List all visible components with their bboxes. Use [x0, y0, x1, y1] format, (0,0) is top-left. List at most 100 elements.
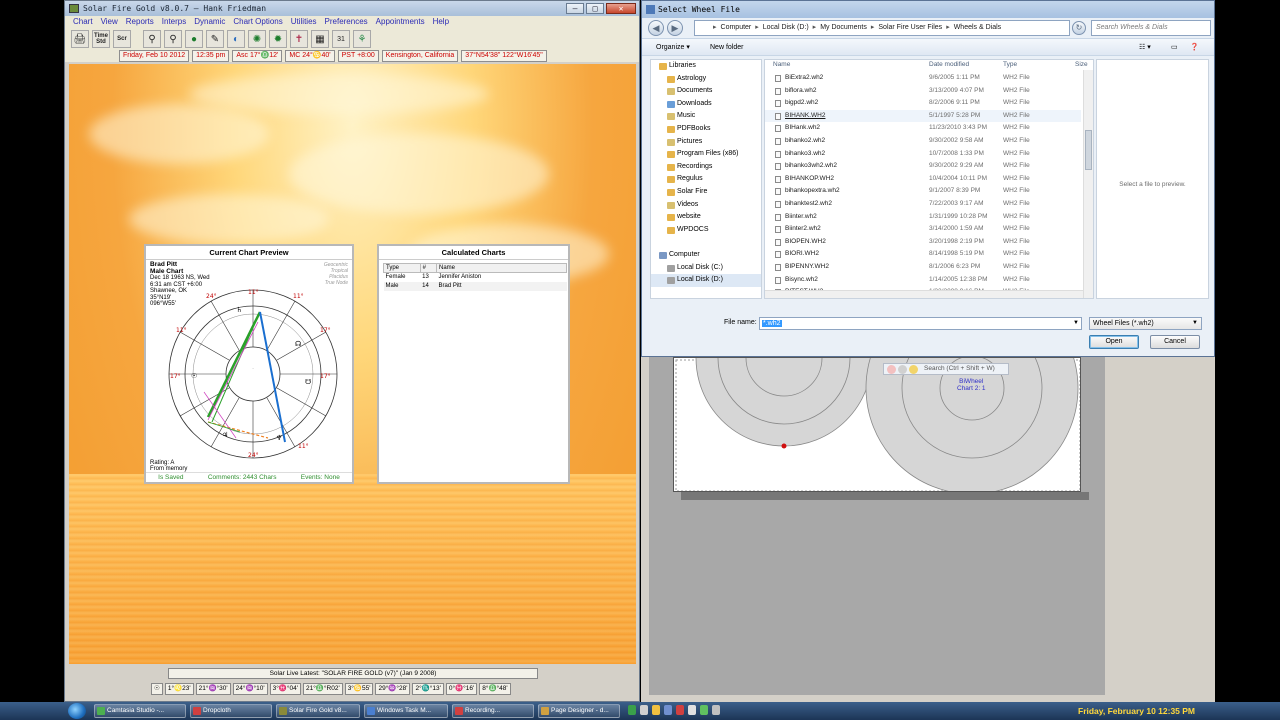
open-button[interactable]: Open	[1089, 335, 1139, 349]
tree-item[interactable]: Regulus	[651, 173, 761, 186]
file-row[interactable]: BIHank.wh2 11/23/2010 3:43 PM WH2 File	[765, 122, 1081, 135]
breadcrumb-item[interactable]: Computer	[721, 21, 752, 35]
breadcrumb-separator-icon[interactable]: ▸	[871, 21, 875, 35]
breadcrumb-separator-icon[interactable]: ▸	[713, 21, 717, 35]
taskbar-button[interactable]: Camtasia Studio -...	[94, 704, 186, 718]
help-icon[interactable]: ❓	[1190, 39, 1199, 56]
tree-item[interactable]: Pictures	[651, 136, 761, 149]
file-row[interactable]: bihankopextra.wh2 9/1/2007 8:39 PM WH2 Fil…	[765, 185, 1081, 198]
tree-item[interactable]: Recordings	[651, 161, 761, 174]
tray-icon[interactable]	[664, 705, 672, 715]
globe-icon[interactable]: ●	[185, 30, 203, 48]
planet-icon[interactable]: ◐	[227, 30, 245, 48]
tray-icon[interactable]	[652, 705, 660, 715]
file-row[interactable]: bihanko2.wh2 9/30/2002 9:58 AM WH2 File	[765, 135, 1081, 148]
file-row[interactable]: BIORI.WH2 8/14/1998 5:19 PM WH2 File	[765, 248, 1081, 261]
tree-item[interactable]: Solar Fire	[651, 186, 761, 199]
file-row[interactable]: Biinter2.wh2 3/14/2000 1:59 AM WH2 File	[765, 223, 1081, 236]
taskbar-button[interactable]: Windows Task M...	[364, 704, 448, 718]
star-icon[interactable]	[909, 365, 918, 374]
tray-icon[interactable]	[676, 705, 684, 715]
table-row[interactable]: Female 13 Jennifer Aniston	[384, 273, 567, 282]
calendar-icon[interactable]: 31	[332, 30, 350, 48]
search-input[interactable]: Search Wheels & Dials	[1091, 20, 1211, 36]
current-chart-preview[interactable]: Current Chart Preview Brad Pitt Male Cha…	[144, 244, 354, 484]
taskbar-button[interactable]: Solar Fire Gold v8...	[276, 704, 360, 718]
menu-item[interactable]: Appointments	[376, 16, 425, 28]
breadcrumb-separator-icon[interactable]: ▸	[813, 21, 817, 35]
minimize-button[interactable]: –	[566, 3, 584, 14]
table-row[interactable]: Male 14 Brad Pitt	[383, 281, 567, 291]
gear-icon[interactable]	[898, 365, 907, 374]
col-header-date[interactable]: Date modified	[929, 60, 969, 70]
breadcrumb-item[interactable]: Wheels & Dials	[954, 21, 1001, 35]
file-row[interactable]: BIPENNY.WH2 8/1/2006 6:23 PM WH2 File	[765, 261, 1081, 274]
maximize-button[interactable]: □	[586, 3, 604, 14]
tools-icon[interactable]: ✎	[206, 30, 224, 48]
tree-item[interactable]: PDFBooks	[651, 123, 761, 136]
menu-item[interactable]: Preferences	[325, 16, 368, 28]
file-row[interactable]: Biinter.wh2 1/31/1999 10:28 PM WH2 File	[765, 211, 1081, 224]
file-row[interactable]: bihanktest2.wh2 7/22/2003 9:17 AM WH2 File	[765, 198, 1081, 211]
tree-item[interactable]: WPDOCS	[651, 224, 761, 237]
tree-item[interactable]: Astrology	[651, 73, 761, 86]
aspect-icon[interactable]: ✝	[290, 30, 308, 48]
breadcrumb-separator-icon[interactable]: ▸	[946, 21, 950, 35]
tree-item[interactable]: Computer	[651, 249, 761, 262]
breadcrumb-separator-icon[interactable]: ▸	[755, 21, 759, 35]
taskbar-button[interactable]: Dropcloth	[190, 704, 272, 718]
col-header-type[interactable]: Type	[1003, 60, 1017, 70]
tray-icon[interactable]	[640, 705, 648, 715]
dial-icon[interactable]: ✺	[248, 30, 266, 48]
tray-icon[interactable]	[628, 705, 636, 715]
filetype-select[interactable]: Wheel Files (*.wh2) ▼	[1089, 317, 1202, 330]
tree-item[interactable]: Videos	[651, 199, 761, 212]
tree-item[interactable]: Local Disk (D:)	[651, 274, 761, 287]
calculated-charts-panel[interactable]: Calculated Charts Type # Name Female 13 Je…	[377, 244, 570, 484]
scroll-thumb[interactable]	[1085, 130, 1092, 170]
wheel-icon[interactable]: ✹	[269, 30, 287, 48]
tray-icon[interactable]	[688, 705, 696, 715]
col-num[interactable]: #	[419, 263, 438, 273]
col-name[interactable]: Name	[436, 263, 567, 273]
vertical-scrollbar[interactable]	[1083, 70, 1093, 298]
filename-input[interactable]: *.wh2 ▼	[759, 317, 1082, 330]
menu-item[interactable]: Reports	[126, 16, 154, 28]
tree-item[interactable]: Libraries	[651, 60, 761, 73]
time-std-button[interactable]: Time Std	[92, 30, 110, 48]
solar-fire-titlebar[interactable]: Solar Fire Gold v8.0.7 – Hank Friedman –…	[65, 1, 639, 16]
menu-item[interactable]: Chart	[73, 16, 93, 28]
tree-item[interactable]: Music	[651, 110, 761, 123]
taskbar-button[interactable]: Page Designer - d...	[538, 704, 620, 718]
file-row[interactable]: bihanko3.wh2 10/7/2008 1:33 PM WH2 File	[765, 148, 1081, 161]
scr-button[interactable]: Scr	[113, 30, 131, 48]
col-header-size[interactable]: Size	[1075, 60, 1088, 70]
page-canvas[interactable]: Search (Ctrl + Shift + W) BiWheel Chart …	[673, 357, 1081, 492]
menu-item[interactable]: Utilities	[291, 16, 317, 28]
pencil-icon[interactable]	[887, 365, 896, 374]
grid-icon[interactable]: ▦	[311, 30, 329, 48]
file-row[interactable]: BIOPEN.WH2 3/20/1998 2:19 PM WH2 File	[765, 236, 1081, 249]
col-header-name[interactable]: Name	[773, 60, 790, 70]
tree-item[interactable]: Documents	[651, 85, 761, 98]
horizontal-scrollbar[interactable]	[765, 290, 1083, 298]
binoculars-icon[interactable]: ⚲	[143, 30, 161, 48]
refresh-icon[interactable]: ↻	[1072, 21, 1086, 35]
menu-item[interactable]: Interps	[162, 16, 186, 28]
menu-item[interactable]: Help	[433, 16, 449, 28]
close-button[interactable]: ✕	[606, 3, 636, 14]
dialog-titlebar[interactable]: Select Wheel File	[642, 1, 1214, 18]
tray-icon[interactable]	[712, 705, 720, 715]
cancel-button[interactable]: Cancel	[1150, 335, 1200, 349]
sun-icon[interactable]: ☉	[151, 683, 163, 695]
taskbar-button[interactable]: Recording...	[452, 704, 534, 718]
file-row[interactable]: bigpd2.wh2 8/2/2006 9:11 PM WH2 File	[765, 97, 1081, 110]
start-button[interactable]	[68, 703, 86, 719]
view-options-icon[interactable]: ☷ ▾	[1139, 39, 1151, 56]
breadcrumb[interactable]: ▸ Computer ▸ Local Disk (D:) ▸ My Documents ▸ S…	[694, 20, 1070, 36]
search-chart-icon[interactable]: ⚲	[164, 30, 182, 48]
print-icon[interactable]: 🖨	[71, 30, 89, 48]
tree-item[interactable]: Downloads	[651, 98, 761, 111]
file-row[interactable]: BIHANK.WH2 5/1/1997 5:28 PM WH2 File	[765, 109, 1081, 123]
menu-item[interactable]: Chart Options	[233, 16, 282, 28]
